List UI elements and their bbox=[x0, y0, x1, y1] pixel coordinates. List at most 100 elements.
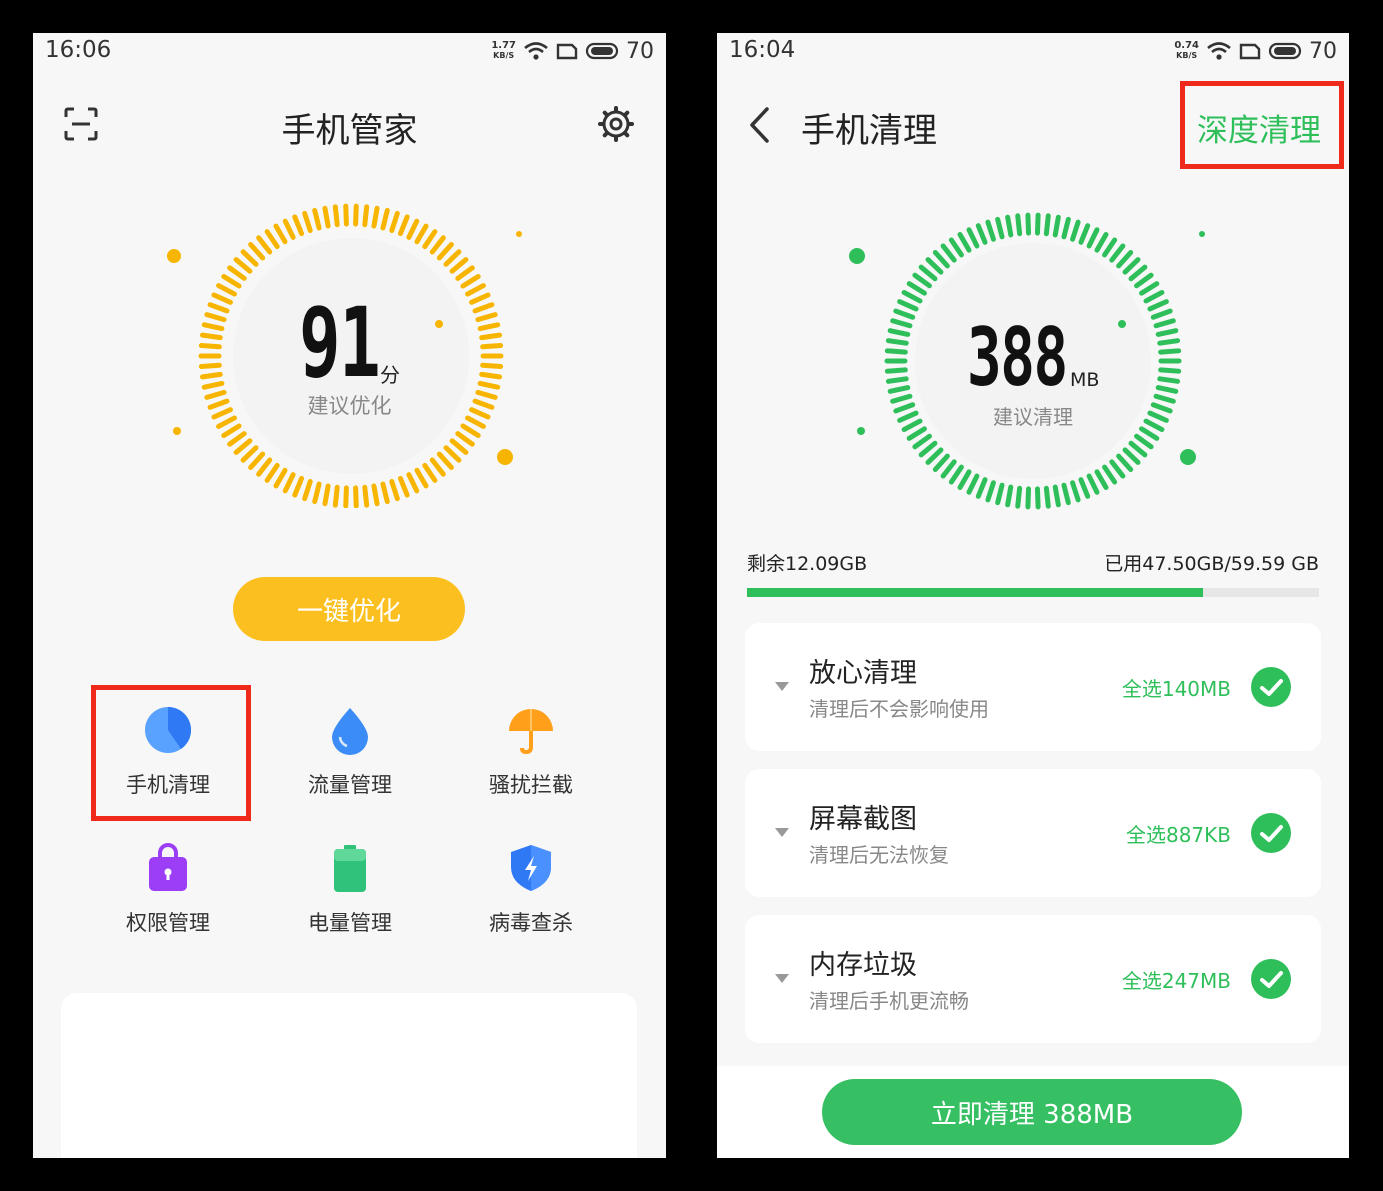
clean-now-button[interactable]: 立即清理 388MB bbox=[822, 1079, 1242, 1145]
gauge-tick bbox=[380, 207, 390, 231]
check-circle-icon[interactable] bbox=[1251, 667, 1291, 707]
gauge-tick bbox=[1043, 213, 1051, 237]
gauge-tick bbox=[1061, 216, 1071, 240]
gauge-tick bbox=[477, 322, 501, 332]
gauge-tick bbox=[1109, 459, 1126, 479]
gauge-tick bbox=[256, 457, 273, 477]
gauge-tick bbox=[477, 380, 501, 390]
decor-dot bbox=[849, 248, 865, 264]
gauge-tick bbox=[1134, 433, 1154, 450]
gauge-tick bbox=[1015, 485, 1023, 509]
gauge-tick bbox=[985, 219, 996, 242]
gauge-tick bbox=[1086, 473, 1100, 495]
gauge-tick bbox=[443, 249, 462, 267]
score-subtitle: 建议优化 bbox=[307, 394, 392, 418]
grid-item-battery[interactable]: 电量管理 bbox=[260, 843, 440, 937]
storage-remaining: 剩余12.09GB bbox=[747, 553, 868, 575]
gauge-tick bbox=[906, 281, 927, 296]
gauge-tick bbox=[887, 328, 911, 337]
expand-triangle-icon[interactable] bbox=[775, 828, 789, 837]
gauge-tick bbox=[353, 485, 359, 508]
check-circle-icon[interactable] bbox=[1251, 959, 1291, 999]
gauge-tick bbox=[389, 210, 400, 233]
gauge-tick bbox=[221, 274, 242, 289]
gauge-tick bbox=[201, 322, 225, 332]
gauge-tick bbox=[436, 451, 454, 470]
gauge-tick bbox=[216, 283, 237, 297]
gauge-tick bbox=[1116, 453, 1134, 472]
gauge-tick bbox=[1052, 484, 1061, 508]
gauge-tick bbox=[371, 483, 380, 507]
gauge-tick bbox=[479, 332, 503, 341]
gauge-tick bbox=[1043, 485, 1051, 509]
gauge-tick bbox=[1128, 440, 1148, 458]
gauge-tick bbox=[199, 332, 223, 341]
gauge-tick bbox=[240, 249, 259, 267]
status-bar: 16:04 0.74 KB/S 70 bbox=[717, 33, 1349, 69]
gauge-tick bbox=[901, 289, 923, 304]
gauge-tick bbox=[1116, 250, 1134, 269]
gauge-tick bbox=[429, 235, 446, 255]
clean-card-screenshots[interactable]: 屏幕截图 清理后无法恢复 全选887KB bbox=[745, 769, 1321, 897]
gauge-tick bbox=[995, 216, 1005, 240]
gauge-tick bbox=[406, 472, 420, 494]
gauge-tick bbox=[918, 440, 938, 458]
deep-clean-highlight bbox=[1180, 81, 1344, 169]
decor-dot bbox=[1180, 449, 1196, 465]
back-arrow-icon[interactable] bbox=[745, 105, 775, 145]
grid-item-spam-block[interactable]: 骚扰拦截 bbox=[441, 705, 621, 799]
gauge-tick bbox=[1034, 212, 1041, 236]
one-click-optimize-button[interactable]: 一键优化 bbox=[233, 577, 465, 641]
gauge-tick bbox=[248, 451, 266, 470]
gauge-tick bbox=[207, 302, 230, 314]
gauge-tick bbox=[1139, 426, 1160, 441]
gauge-tick bbox=[198, 362, 222, 369]
gauge-tick bbox=[233, 438, 253, 455]
clean-card-memory[interactable]: 内存垃圾 清理后手机更流畅 全选247MB bbox=[745, 915, 1321, 1043]
phone-clean-highlight bbox=[91, 685, 251, 821]
gauge-tick bbox=[1122, 447, 1141, 465]
gauge-tick bbox=[957, 469, 972, 490]
grid-item-permissions[interactable]: 权限管理 bbox=[78, 843, 258, 937]
decor-dot bbox=[497, 449, 513, 465]
check-circle-icon[interactable] bbox=[1251, 813, 1291, 853]
page-title: 手机清理 bbox=[801, 111, 937, 151]
gauge-tick bbox=[211, 292, 233, 305]
gauge-tick bbox=[1025, 486, 1032, 510]
gauge-tick bbox=[480, 362, 504, 369]
clean-card-safe[interactable]: 放心清理 清理后不会影响使用 全选140MB bbox=[745, 623, 1321, 751]
status-time: 16:04 bbox=[729, 37, 796, 63]
score-value: 91 bbox=[299, 287, 381, 399]
gauge-tick bbox=[302, 210, 313, 233]
wifi-icon bbox=[1207, 42, 1231, 60]
expand-triangle-icon[interactable] bbox=[775, 974, 789, 983]
grid-item-virus-scan[interactable]: 病毒查杀 bbox=[441, 843, 621, 937]
grid-item-data-usage[interactable]: 流量管理 bbox=[260, 705, 440, 799]
gauge-tick bbox=[429, 457, 446, 477]
gauge-tick bbox=[227, 265, 247, 281]
gauge-tick bbox=[1070, 219, 1081, 242]
gauge-tick bbox=[460, 423, 481, 438]
gauge-tick bbox=[302, 479, 313, 502]
gauge-tick bbox=[353, 203, 359, 227]
gauge-tick bbox=[966, 227, 980, 249]
expand-triangle-icon[interactable] bbox=[775, 682, 789, 691]
gauge-tick bbox=[233, 257, 253, 274]
status-time: 16:06 bbox=[45, 37, 112, 63]
decor-dot bbox=[516, 231, 522, 237]
gear-icon[interactable] bbox=[597, 105, 635, 143]
gauge-tick bbox=[1102, 237, 1118, 258]
gauge-subtitle: 建议清理 bbox=[993, 405, 1073, 429]
gauge-tick bbox=[1094, 232, 1109, 253]
gauge-tick bbox=[332, 204, 340, 228]
gauge-tick bbox=[389, 479, 400, 502]
gauge-tick bbox=[1005, 214, 1014, 238]
battery-status-icon bbox=[1268, 42, 1302, 60]
gauge-tick bbox=[1025, 212, 1032, 236]
phone-clean-screen: 16:04 0.74 KB/S 70 手机清理 深度清理 388 MB 建议清理… bbox=[717, 33, 1349, 1158]
gauge-tick bbox=[480, 343, 504, 350]
gauge-tick bbox=[957, 232, 972, 253]
gauge-tick bbox=[1155, 328, 1179, 337]
gauge-tick bbox=[472, 302, 495, 314]
gauge-tick bbox=[1094, 469, 1109, 490]
